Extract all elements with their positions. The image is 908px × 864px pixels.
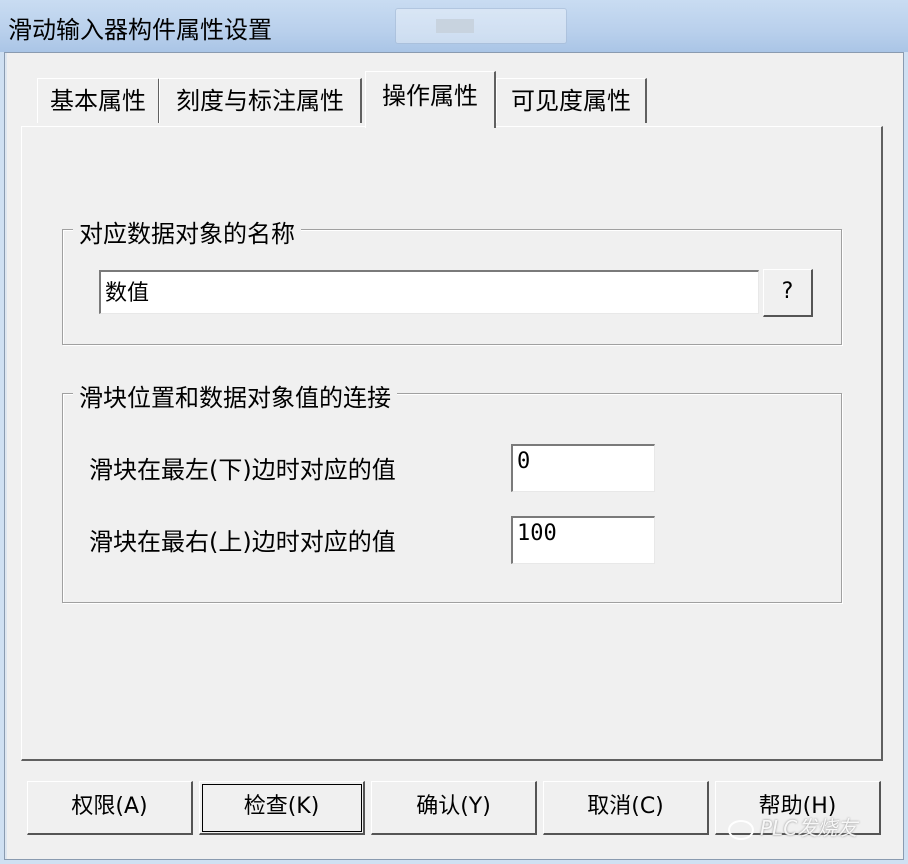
cancel-button[interactable]: 取消(C) <box>543 781 709 835</box>
data-object-name-input[interactable]: 数值 <box>99 270 759 314</box>
min-value-input[interactable]: 0 <box>511 444 655 492</box>
slider-link-group-label: 滑块位置和数据对象值的连接 <box>73 378 397 413</box>
max-value-label: 滑块在最右(上)边时对应的值 <box>89 528 396 556</box>
tab-visibility-label: 可见度属性 <box>511 87 631 115</box>
tab-operation-label: 操作属性 <box>382 82 478 110</box>
permission-button[interactable]: 权限(A) <box>27 781 193 835</box>
browse-data-object-button[interactable]: ? <box>763 269 813 317</box>
data-object-group: 对应数据对象的名称 数值 ? <box>62 214 842 345</box>
window-border <box>5 53 7 859</box>
window-title: 滑动输入器构件属性设置 <box>8 16 272 44</box>
tab-basic-label: 基本属性 <box>50 87 146 115</box>
check-button[interactable]: 检查(K) <box>199 781 365 835</box>
min-value-label: 滑块在最左(下)边时对应的值 <box>89 456 396 484</box>
ok-button[interactable]: 确认(Y) <box>371 781 537 835</box>
watermark: PLC发烧友 <box>728 812 857 841</box>
tab-scale-label[interactable]: 刻度与标注属性 <box>159 78 362 123</box>
tab-scale-label-text: 刻度与标注属性 <box>176 87 344 115</box>
tab-operation[interactable]: 操作属性 <box>365 71 496 128</box>
wechat-icon <box>728 819 754 840</box>
taskbar-thumbnail <box>436 19 474 33</box>
tab-panel-operation: 对应数据对象的名称 数值 ? 滑块位置和数据对象值的连接 滑块在最左(下)边时对… <box>21 126 883 761</box>
tab-visibility[interactable]: 可见度属性 <box>496 78 647 123</box>
watermark-text: PLC发烧友 <box>760 816 858 840</box>
title-bar: 滑动输入器构件属性设置 <box>0 0 908 52</box>
slider-link-group: 滑块位置和数据对象值的连接 滑块在最左(下)边时对应的值 0 滑块在最右(上)边… <box>62 378 842 603</box>
dialog-window: 基本属性 刻度与标注属性 操作属性 可见度属性 对应数据对象的名称 数值 ? 滑… <box>4 52 904 860</box>
max-value-input[interactable]: 100 <box>511 516 655 564</box>
background-taskbar-button <box>395 8 567 44</box>
data-object-group-label: 对应数据对象的名称 <box>73 214 301 249</box>
tab-basic[interactable]: 基本属性 <box>37 78 160 123</box>
